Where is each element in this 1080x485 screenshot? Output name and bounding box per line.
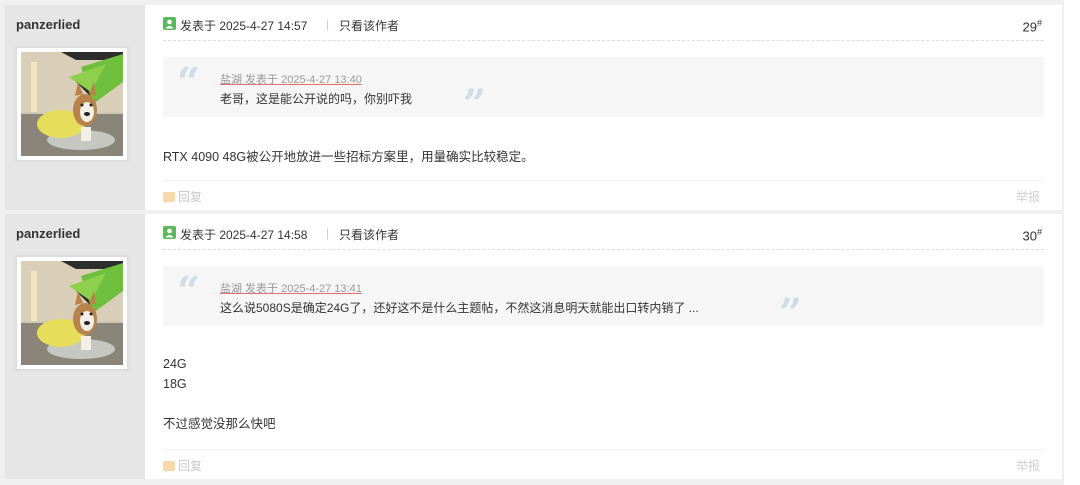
post-line [163, 394, 276, 414]
post-time: 发表于 2025-4-27 14:57 [180, 19, 308, 33]
post-line: 不过感觉没那么快吧 [163, 417, 276, 431]
post-body: 24G 18G 不过感觉没那么快吧 [163, 354, 276, 434]
open-quote-icon: “ [177, 268, 201, 315]
reply-button[interactable]: 回复 [163, 457, 202, 474]
floor-value: 29 [1022, 19, 1037, 35]
quote-text: 这么说5080S是确定24G了，还好这不是什么主题帖，不然这消息明天就能出口转内… [220, 301, 699, 315]
floor-mark: # [1036, 227, 1042, 237]
quote-block: “ 盐湖 发表于 2025-4-27 13:40 老哥，这是能公开说的吗，你别吓… [163, 57, 1044, 125]
close-quote-icon: ” [463, 81, 487, 128]
avatar-image [21, 52, 123, 156]
floor-value: 30 [1022, 228, 1037, 244]
online-status-icon [163, 226, 176, 239]
post-header: 发表于 2025-4-27 14:57 | 只看该作者 29# [163, 14, 1044, 41]
quote-meta[interactable]: 盐湖 发表于 2025-4-27 13:40 [220, 71, 362, 87]
close-quote-icon: ” [779, 290, 803, 337]
report-link[interactable]: 举报 [1016, 457, 1040, 474]
author-name[interactable]: panzerlied [16, 17, 80, 32]
post-footer: 回复 举报 [163, 180, 1044, 205]
author-sidebar: panzerlied [5, 214, 145, 479]
author-name[interactable]: panzerlied [16, 226, 80, 241]
report-link[interactable]: 举报 [1016, 188, 1040, 205]
post-line: RTX 4090 48G被公开地放进一些招标方案里，用量确实比较稳定。 [163, 150, 534, 164]
floor-mark: # [1036, 18, 1042, 28]
floor-number[interactable]: 30# [1023, 227, 1042, 243]
quote-block: “ 盐湖 发表于 2025-4-27 13:41 这么说5080S是确定24G了… [163, 266, 1044, 334]
quote-meta[interactable]: 盐湖 发表于 2025-4-27 13:41 [220, 280, 362, 296]
header-separator: | [326, 226, 330, 240]
post-29: panzerlied 发表于 2025-4-27 14:57 | 只看该作者 2… [5, 5, 1062, 210]
post-line: 18G [163, 377, 187, 391]
avatar[interactable] [16, 256, 128, 370]
post-line: 24G [163, 357, 187, 371]
quote-text: 老哥，这是能公开说的吗，你别吓我 [220, 92, 413, 106]
avatar-image [21, 261, 123, 365]
only-author-link[interactable]: 只看该作者 [339, 226, 399, 243]
post-header: 发表于 2025-4-27 14:58 | 只看该作者 30# [163, 223, 1044, 250]
post-30: panzerlied 发表于 2025-4-27 14:58 | 只看该作者 3… [5, 214, 1062, 479]
floor-number[interactable]: 29# [1023, 18, 1042, 34]
open-quote-icon: “ [177, 59, 201, 106]
post-content: 发表于 2025-4-27 14:57 | 只看该作者 29# “ 盐湖 发表于… [145, 5, 1062, 210]
avatar[interactable] [16, 47, 128, 161]
author-sidebar: panzerlied [5, 5, 145, 210]
reply-icon [163, 192, 175, 204]
post-body: RTX 4090 48G被公开地放进一些招标方案里，用量确实比较稳定。 [163, 147, 534, 167]
reply-icon [163, 461, 175, 473]
reply-label: 回复 [178, 459, 203, 473]
post-time: 发表于 2025-4-27 14:58 [180, 228, 308, 242]
only-author-link[interactable]: 只看该作者 [339, 17, 399, 34]
post-footer: 回复 举报 [163, 449, 1044, 474]
post-content: 发表于 2025-4-27 14:58 | 只看该作者 30# “ 盐湖 发表于… [145, 214, 1062, 479]
header-separator: | [326, 17, 330, 31]
reply-label: 回复 [178, 190, 203, 204]
online-status-icon [163, 17, 176, 30]
reply-button[interactable]: 回复 [163, 188, 202, 205]
